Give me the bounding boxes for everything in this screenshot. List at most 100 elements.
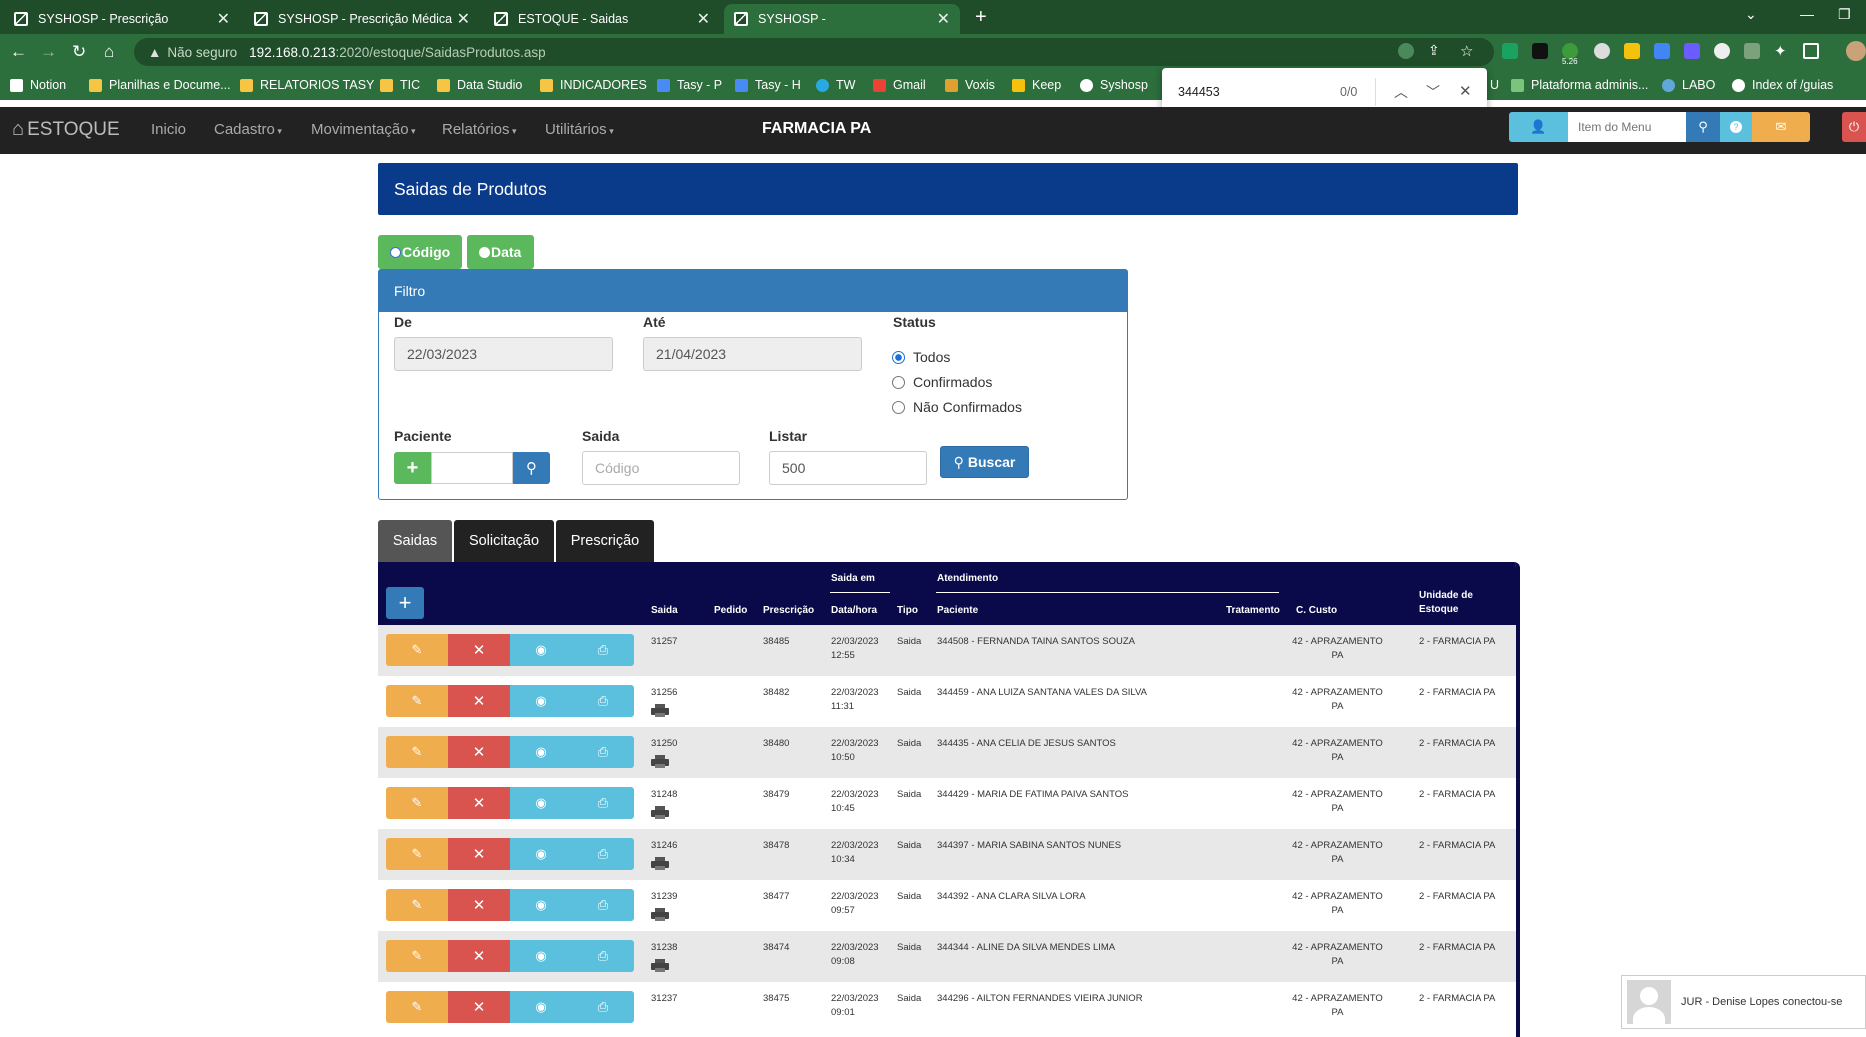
edit-button[interactable]: ✎: [386, 736, 448, 768]
menu-movimentacao[interactable]: Movimentação ▾: [311, 121, 416, 138]
filter-by-date-button[interactable]: Data: [467, 235, 534, 269]
edit-button[interactable]: ✎: [386, 991, 448, 1023]
tab-prescricao[interactable]: Prescrição: [556, 520, 654, 562]
from-date-field[interactable]: 22/03/2023: [394, 337, 613, 371]
print-button[interactable]: ⎙: [572, 889, 634, 921]
list-limit-input[interactable]: 500: [769, 451, 927, 485]
extensions-puzzle-icon[interactable]: ✦: [1774, 42, 1787, 60]
bookmark-tasy-p[interactable]: Tasy - P: [657, 78, 722, 92]
view-button[interactable]: ◉: [510, 940, 572, 972]
edit-button[interactable]: ✎: [386, 940, 448, 972]
reload-icon[interactable]: ↻: [72, 42, 86, 62]
print-button[interactable]: ⎙: [572, 838, 634, 870]
bookmark-syshosp[interactable]: Syshosp: [1080, 78, 1148, 92]
bookmark-folder[interactable]: Planilhas e Docume...: [89, 78, 231, 92]
search-patient-button[interactable]: ⚲: [513, 452, 550, 484]
menu-relatorios[interactable]: Relatórios ▾: [442, 121, 517, 138]
extension-icon[interactable]: [1594, 43, 1610, 59]
browser-tab-active[interactable]: SYSHOSP - ✕: [724, 4, 960, 34]
view-button[interactable]: ◉: [510, 634, 572, 666]
check-extension-icon[interactable]: [1684, 43, 1700, 59]
page-info-icon[interactable]: [1398, 43, 1414, 59]
delete-button[interactable]: ✕: [448, 991, 510, 1023]
bookmark-plataforma[interactable]: Plataforma adminis...: [1511, 78, 1648, 92]
drive-extension-icon[interactable]: [1502, 43, 1518, 59]
translate-extension-icon[interactable]: [1654, 43, 1670, 59]
bookmark-tasy-h[interactable]: Tasy - H: [735, 78, 801, 92]
print-button[interactable]: ⎙: [572, 736, 634, 768]
find-next-icon[interactable]: ﹀: [1426, 82, 1440, 102]
delete-button[interactable]: ✕: [448, 787, 510, 819]
view-button[interactable]: ◉: [510, 736, 572, 768]
browser-tab[interactable]: SYSHOSP - Prescrição ✕: [4, 4, 240, 34]
bookmark-folder[interactable]: Data Studio: [437, 78, 522, 92]
find-close-icon[interactable]: ✕: [1459, 82, 1472, 100]
close-tab-icon[interactable]: ✕: [937, 9, 950, 29]
messages-button[interactable]: ✉: [1752, 112, 1810, 142]
bookmark-tw[interactable]: TW: [816, 78, 855, 92]
printer-icon[interactable]: [651, 857, 669, 870]
address-bar[interactable]: ▲ Não seguro 192.168.0.213 :2020/estoque…: [134, 38, 1494, 66]
filter-by-code-button[interactable]: Código: [378, 235, 462, 269]
app-brand[interactable]: ⌂ ESTOQUE: [12, 118, 120, 141]
close-tab-icon[interactable]: ✕: [457, 9, 470, 29]
printer-icon[interactable]: [651, 806, 669, 819]
bookmark-labo[interactable]: LABO: [1662, 78, 1715, 92]
print-button[interactable]: ⎙: [572, 787, 634, 819]
view-button[interactable]: ◉: [510, 838, 572, 870]
side-panel-icon[interactable]: [1803, 43, 1819, 59]
menu-inicio[interactable]: Inicio: [151, 121, 186, 138]
printer-icon[interactable]: [651, 755, 669, 768]
bookmark-guias[interactable]: Index of /guias: [1732, 78, 1833, 92]
view-button[interactable]: ◉: [510, 991, 572, 1023]
find-previous-icon[interactable]: ︿: [1394, 82, 1408, 102]
browser-tab[interactable]: ESTOQUE - Saidas ✕: [484, 4, 720, 34]
bookmark-folder[interactable]: RELATORIOS TASY: [240, 78, 374, 92]
printer-icon[interactable]: [651, 959, 669, 972]
bookmark-u[interactable]: U: [1490, 78, 1499, 92]
connection-toast[interactable]: JUR - Denise Lopes conectou-se: [1621, 975, 1866, 1029]
close-tab-icon[interactable]: ✕: [217, 9, 230, 29]
exit-code-input[interactable]: Código: [582, 451, 740, 485]
bookmark-voxis[interactable]: Voxis: [945, 78, 995, 92]
bookmark-keep[interactable]: Keep: [1012, 78, 1061, 92]
edit-button[interactable]: ✎: [386, 889, 448, 921]
user-button[interactable]: 👤: [1509, 112, 1568, 142]
home-icon[interactable]: ⌂: [104, 42, 114, 62]
bookmark-folder[interactable]: TIC: [380, 78, 420, 92]
menu-search-input[interactable]: [1568, 112, 1686, 142]
printer-icon[interactable]: [651, 908, 669, 921]
edit-button[interactable]: ✎: [386, 685, 448, 717]
new-tab-icon[interactable]: +: [975, 6, 987, 29]
bookmark-folder[interactable]: INDICADORES: [540, 78, 647, 92]
forward-icon[interactable]: →: [40, 42, 57, 62]
minimize-icon[interactable]: —: [1800, 6, 1814, 22]
profile-avatar[interactable]: [1846, 41, 1866, 61]
bookmark-star-icon[interactable]: ☆: [1460, 42, 1473, 60]
extension-icon[interactable]: [1714, 43, 1730, 59]
view-button[interactable]: ◉: [510, 787, 572, 819]
extension-icon[interactable]: [1744, 43, 1760, 59]
menu-utilitarios[interactable]: Utilitários ▾: [545, 121, 614, 138]
extension-icon[interactable]: [1532, 43, 1548, 59]
search-button[interactable]: ⚲ Buscar: [940, 446, 1029, 478]
delete-button[interactable]: ✕: [448, 634, 510, 666]
browser-tab[interactable]: SYSHOSP - Prescrição Médica ✕: [244, 4, 480, 34]
printer-icon[interactable]: [651, 704, 669, 717]
print-button[interactable]: ⎙: [572, 685, 634, 717]
print-button[interactable]: ⎙: [572, 940, 634, 972]
edit-button[interactable]: ✎: [386, 838, 448, 870]
find-input[interactable]: 344453: [1178, 85, 1220, 99]
tab-saidas[interactable]: Saidas: [378, 520, 452, 562]
delete-button[interactable]: ✕: [448, 889, 510, 921]
logout-button[interactable]: ⏻: [1842, 112, 1866, 142]
help-button[interactable]: ?: [1720, 112, 1752, 142]
restore-icon[interactable]: ❐: [1838, 6, 1851, 23]
edit-button[interactable]: ✎: [386, 787, 448, 819]
close-tab-icon[interactable]: ✕: [697, 9, 710, 29]
edit-button[interactable]: ✎: [386, 634, 448, 666]
view-button[interactable]: ◉: [510, 685, 572, 717]
keep-extension-icon[interactable]: [1624, 43, 1640, 59]
delete-button[interactable]: ✕: [448, 685, 510, 717]
back-icon[interactable]: ←: [10, 42, 27, 62]
